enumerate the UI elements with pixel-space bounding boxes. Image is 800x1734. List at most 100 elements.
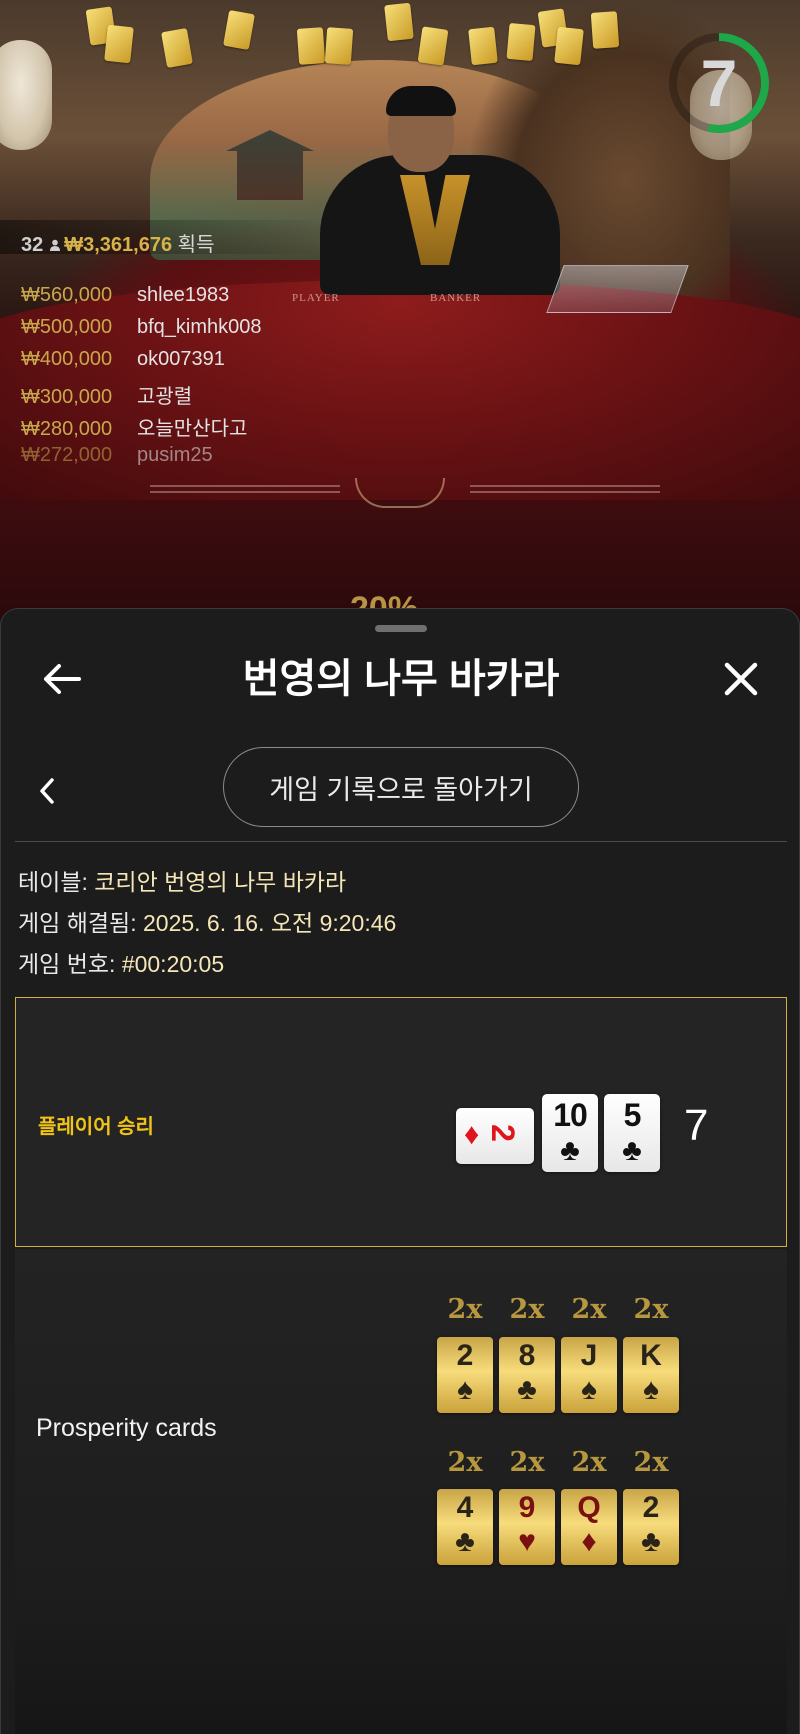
hanging-card-decoration <box>161 28 193 68</box>
card-rank: 5 <box>623 1097 642 1133</box>
previous-button[interactable] <box>27 769 67 813</box>
card-suit: ♠ <box>457 1373 473 1406</box>
sheet-title: 번영의 나무 바카라 <box>242 657 560 701</box>
winner-name: ok007391 <box>137 348 225 370</box>
info-resolved-value: 2025. 6. 16. 오전 9:20:46 <box>142 910 397 936</box>
card-rank: 10 <box>553 1097 588 1133</box>
card-suit: ♣ <box>455 1525 475 1558</box>
table-fan-ornament <box>355 478 445 508</box>
card-rank: 8 <box>518 1339 536 1372</box>
multiplier-label: 2x <box>633 1294 669 1325</box>
info-resolved-label: 게임 해결됨: <box>18 910 143 936</box>
back-to-history-button[interactable]: 게임 기록으로 돌아가기 <box>223 747 579 827</box>
card-rank: 9 <box>518 1491 536 1524</box>
hanging-card-decoration <box>417 26 449 66</box>
close-icon <box>724 662 758 696</box>
prosperity-card: K ♠ <box>623 1337 679 1413</box>
winner-row: ₩280,000 오늘만산다고 <box>21 412 247 441</box>
prosperity-card: 4 ♣ <box>437 1489 493 1565</box>
hanging-card-decoration <box>324 27 354 65</box>
card-rank: 4 <box>456 1491 474 1524</box>
card-suit: ♠ <box>643 1373 659 1406</box>
prosperity-card: J ♠ <box>561 1337 617 1413</box>
multiplier-label: 2x <box>447 1447 483 1478</box>
info-game-number: 게임 번호: #00:20:05 <box>18 945 224 979</box>
playing-card: ♦ 2 <box>456 1108 534 1164</box>
game-history-sheet: 번영의 나무 바카라 게임 기록으로 돌아가기 테이블: 코리안 번영의 나무 … <box>0 608 800 1734</box>
player-result-box: 플레이어 승리 ♦ 2 10 ♣ 5 ♣ 7 <box>15 997 787 1247</box>
hand-total: 7 <box>684 1101 709 1150</box>
info-resolved: 게임 해결됨: 2025. 6. 16. 오전 9:20:46 <box>18 904 396 938</box>
hanging-card-decoration <box>223 10 255 50</box>
card-suit: ♦ <box>581 1525 597 1558</box>
prosperity-card: 9 ♥ <box>499 1489 555 1565</box>
card-shoe <box>546 265 689 313</box>
winners-suffix: 획득 <box>177 234 215 256</box>
card-rank: 2 <box>456 1339 474 1372</box>
winner-amount: ₩560,000 <box>21 284 113 306</box>
hanging-card-decoration <box>506 22 536 62</box>
lantern-left <box>0 40 52 150</box>
multiplier-label: 2x <box>571 1294 607 1325</box>
hanging-card-decoration <box>468 26 498 66</box>
winner-name: shlee1983 <box>137 284 230 306</box>
dealer-hair <box>386 86 456 116</box>
card-suit: ♣ <box>641 1525 661 1558</box>
countdown-timer-value: 7 <box>700 46 738 120</box>
winner-row: ₩400,000 ok007391 <box>21 348 225 371</box>
prosperity-card: 8 ♣ <box>499 1337 555 1413</box>
result-label: 플레이어 승리 <box>38 1116 154 1138</box>
hanging-card-decoration <box>104 24 134 64</box>
info-table-value: 코리안 번영의 나무 바카라 <box>94 869 347 895</box>
playing-card: 10 ♣ <box>542 1094 598 1172</box>
prosperity-label: Prosperity cards <box>36 1414 217 1442</box>
sheet-drag-handle[interactable] <box>375 625 427 632</box>
winner-row: ₩300,000 고광렬 <box>21 380 192 409</box>
hanging-card-decoration <box>590 11 620 49</box>
back-button[interactable] <box>29 654 93 704</box>
playing-card: 5 ♣ <box>604 1094 660 1172</box>
winner-name: 오늘만산다고 <box>137 418 248 440</box>
card-suit: ♣ <box>560 1134 580 1167</box>
winners-summary: 32 ₩3,361,676 획득 <box>0 220 330 256</box>
multiplier-label: 2x <box>509 1294 545 1325</box>
winners-total: ₩3,361,676 <box>64 234 173 256</box>
card-rank: K <box>640 1339 662 1372</box>
felt-label-player: PLAYER <box>292 292 340 304</box>
card-suit: ♠ <box>581 1373 597 1406</box>
winner-row: ₩560,000 shlee1983 <box>21 284 229 307</box>
multiplier-label: 2x <box>633 1447 669 1478</box>
prosperity-card: 2 ♣ <box>623 1489 679 1565</box>
table-rail-right <box>470 485 660 493</box>
info-table: 테이블: 코리안 번영의 나무 바카라 <box>18 863 346 897</box>
card-suit: ♣ <box>622 1134 642 1167</box>
winner-amount: ₩300,000 <box>21 386 113 408</box>
card-suit: ♦ <box>464 1118 480 1151</box>
hanging-card-decoration <box>554 26 584 66</box>
divider <box>15 841 787 842</box>
card-suit: ♥ <box>518 1525 536 1558</box>
card-rank: Q <box>577 1491 601 1524</box>
card-rank: 2 <box>642 1491 660 1524</box>
user-icon <box>50 239 61 251</box>
info-game-number-label: 게임 번호: <box>18 951 122 977</box>
table-rail-left <box>150 485 340 493</box>
winner-amount: ₩400,000 <box>21 348 113 370</box>
prosperity-cards-section: Prosperity cards 2x 2x 2x 2x 2 ♠ 8 ♣ J ♠… <box>15 1249 787 1734</box>
winner-amount: ₩272,000 <box>21 444 113 466</box>
hanging-card-decoration <box>384 2 414 42</box>
card-rank: 2 <box>484 1124 521 1141</box>
info-game-number-value: #00:20:05 <box>121 951 225 977</box>
multiplier-label: 2x <box>571 1447 607 1478</box>
winners-count: 32 <box>21 234 44 256</box>
close-button[interactable] <box>711 649 771 709</box>
winner-name: 고광렬 <box>137 386 193 408</box>
winner-row: ₩272,000 pusim25 <box>21 444 213 467</box>
prosperity-card: Q ♦ <box>561 1489 617 1565</box>
card-suit: ♣ <box>517 1373 537 1406</box>
winner-amount: ₩280,000 <box>21 418 113 440</box>
winner-name: pusim25 <box>137 444 213 466</box>
hanging-card-decoration <box>296 27 326 65</box>
multiplier-label: 2x <box>447 1294 483 1325</box>
winner-name: bfq_kimhk008 <box>137 316 262 338</box>
